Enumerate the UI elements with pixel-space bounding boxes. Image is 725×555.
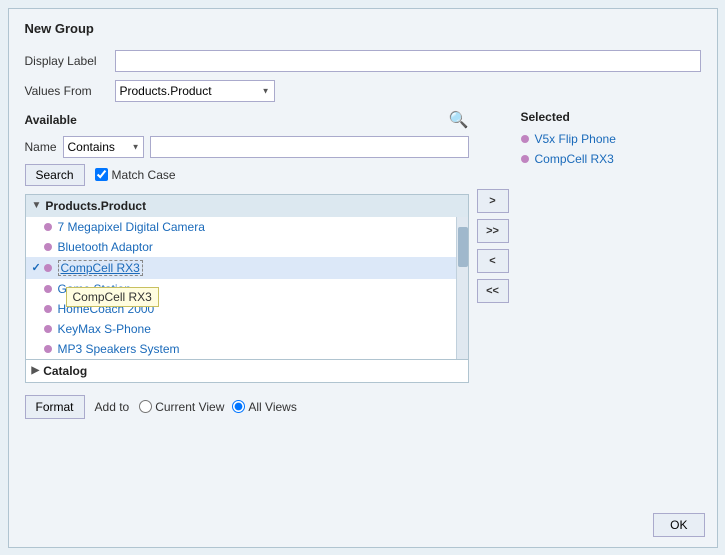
search-magnify-button[interactable]: 🔍 [449, 110, 469, 130]
format-button[interactable]: Format [25, 395, 85, 419]
item-wrapper-6: KeyMax S-Phone [26, 319, 456, 339]
dot-icon [44, 305, 52, 313]
display-label-input[interactable] [115, 50, 701, 72]
list-content: 7 Megapixel Digital Camera Bluetooth Ada… [26, 217, 456, 359]
transfer-buttons: > >> < << [477, 110, 513, 383]
radio-group: Current View All Views [139, 400, 297, 414]
catalog-triangle-icon: ▶ [32, 365, 40, 376]
values-from-select[interactable]: Products.Product [115, 80, 275, 102]
products-triangle-icon: ▼ [32, 200, 42, 211]
current-view-radio[interactable] [139, 400, 152, 413]
dot-icon [44, 243, 52, 251]
scrollbar-thumb [458, 227, 468, 267]
dot-icon [44, 285, 52, 293]
all-views-radio[interactable] [232, 400, 245, 413]
move-right-button[interactable]: > [477, 189, 509, 213]
filter-input[interactable] [150, 136, 469, 158]
values-from-select-wrapper: Products.Product [115, 80, 275, 102]
list-item-compcell[interactable]: ✓ CompCell RX3 [26, 257, 456, 279]
all-views-option[interactable]: All Views [232, 400, 296, 414]
item-wrapper-7: MP3 Speakers System [26, 339, 456, 359]
search-row: Search Match Case [25, 164, 469, 186]
dot-icon [44, 345, 52, 353]
dot-icon [44, 223, 52, 231]
values-from-row: Values From Products.Product [25, 80, 701, 102]
ok-button[interactable]: OK [653, 513, 704, 537]
values-from-label: Values From [25, 84, 115, 98]
current-view-option[interactable]: Current View [139, 400, 224, 414]
main-content: Available 🔍 Name Contains Starts With En… [25, 110, 701, 383]
dot-icon [521, 155, 529, 163]
catalog-group-label: Catalog [43, 364, 87, 378]
new-group-dialog: New Group Display Label Values From Prod… [8, 8, 718, 548]
match-case-row: Match Case [95, 168, 176, 182]
match-case-label: Match Case [112, 168, 176, 182]
item-wrapper-3: ✓ CompCell RX3 CompCell RX3 [26, 257, 456, 279]
search-button[interactable]: Search [25, 164, 85, 186]
add-to-label: Add to [95, 400, 130, 414]
list-item[interactable]: Game Station [26, 279, 456, 299]
all-views-label: All Views [248, 400, 296, 414]
products-group-label: Products.Product [45, 199, 146, 213]
scrollbar[interactable] [456, 217, 468, 359]
display-label-row: Display Label [25, 50, 701, 72]
available-section-header: Available 🔍 [25, 110, 469, 130]
list-item[interactable]: Bluetooth Adaptor [26, 237, 456, 257]
dot-icon [44, 264, 52, 272]
move-left-button[interactable]: < [477, 249, 509, 273]
move-all-left-button[interactable]: << [477, 279, 509, 303]
catalog-group-header[interactable]: ▶ Catalog [26, 359, 468, 382]
selected-header: Selected [521, 110, 701, 124]
list-item[interactable]: MP3 Speakers System [26, 339, 456, 359]
dot-icon [44, 325, 52, 333]
filter-select-wrapper: Contains Starts With Ends With Equals [63, 136, 144, 158]
current-view-label: Current View [155, 400, 224, 414]
item-wrapper-4: Game Station [26, 279, 456, 299]
move-all-right-button[interactable]: >> [477, 219, 509, 243]
list-item[interactable]: 7 Megapixel Digital Camera [26, 217, 456, 237]
filter-label: Name [25, 140, 57, 154]
selected-list: V5x Flip Phone CompCell RX3 [521, 132, 701, 166]
item-wrapper-1: 7 Megapixel Digital Camera [26, 217, 456, 237]
filter-row: Name Contains Starts With Ends With Equa… [25, 136, 469, 158]
products-group-header[interactable]: ▼ Products.Product [26, 195, 468, 217]
filter-select[interactable]: Contains Starts With Ends With Equals [63, 136, 144, 158]
selected-item: V5x Flip Phone [521, 132, 701, 146]
selected-item: CompCell RX3 [521, 152, 701, 166]
display-label-label: Display Label [25, 54, 115, 68]
list-item[interactable]: KeyMax S-Phone [26, 319, 456, 339]
item-wrapper-2: Bluetooth Adaptor [26, 237, 456, 257]
left-panel: Available 🔍 Name Contains Starts With En… [25, 110, 469, 383]
right-panel: Selected V5x Flip Phone CompCell RX3 [521, 110, 701, 383]
available-label: Available [25, 113, 77, 127]
checkmark-icon: ✓ [32, 261, 41, 274]
available-list-container: ▼ Products.Product 7 Megapixel Digital C… [25, 194, 469, 383]
bottom-bar: Format Add to Current View All Views [25, 395, 701, 419]
dialog-title: New Group [25, 21, 701, 36]
list-scroll-container: 7 Megapixel Digital Camera Bluetooth Ada… [26, 217, 468, 359]
dot-icon [521, 135, 529, 143]
match-case-checkbox[interactable] [95, 168, 108, 181]
list-item[interactable]: HomeCoach 2000 [26, 299, 456, 319]
item-wrapper-5: HomeCoach 2000 [26, 299, 456, 319]
